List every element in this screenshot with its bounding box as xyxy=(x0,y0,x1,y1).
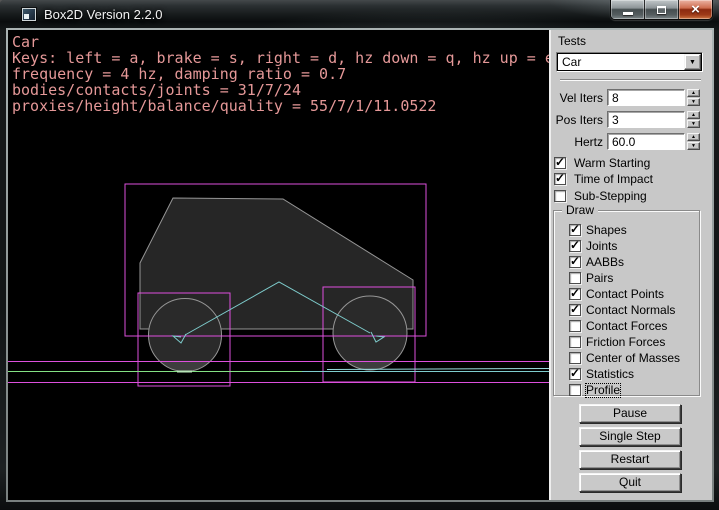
vel-iters-row: Vel Iters ▲ ▼ xyxy=(551,89,712,106)
pos-iters-label: Pos Iters xyxy=(551,113,603,127)
tests-dropdown-value: Car xyxy=(558,55,684,69)
minimize-button[interactable] xyxy=(611,0,645,19)
check-icon: ✓ xyxy=(570,238,580,252)
checkbox-box: ✓ xyxy=(554,173,566,185)
stats-line: proxies/height/balance/quality = 55/7/1/… xyxy=(12,97,436,115)
tests-dropdown[interactable]: Car ▼ xyxy=(556,52,703,72)
check-icon: ✓ xyxy=(570,222,580,236)
tests-dropdown-field: Car ▼ xyxy=(557,53,702,71)
checkbox-box: ✓ xyxy=(569,240,581,252)
titlebar[interactable]: Box2D Version 2.2.0 × xyxy=(0,0,719,30)
checkbox-label: Joints xyxy=(586,240,617,253)
spinner-up-button[interactable]: ▲ xyxy=(687,89,700,97)
checkbox-box: ✓ xyxy=(569,304,581,316)
checkbox-label: AABBs xyxy=(586,256,624,269)
spinner-up-button[interactable]: ▲ xyxy=(687,133,700,141)
check-icon: ✓ xyxy=(570,286,580,300)
checkbox-box: ✓ xyxy=(569,288,581,300)
single-step-button[interactable]: Single Step xyxy=(579,427,681,446)
checkbox-box: ✓ xyxy=(569,368,581,380)
check-icon: ✓ xyxy=(570,366,580,380)
hertz-label: Hertz xyxy=(551,135,603,149)
pause-button[interactable]: Pause xyxy=(579,404,681,423)
wheel-right-ground-overlap xyxy=(347,362,394,370)
caption-button-group: × xyxy=(610,0,713,20)
checkbox-label: Statistics xyxy=(586,368,634,381)
checkbox-box: ✓ xyxy=(569,256,581,268)
simulation-canvas[interactable]: Car Keys: left = a, brake = s, right = d… xyxy=(8,30,549,500)
vel-iters-spinner: ▲ ▼ xyxy=(687,89,700,106)
hertz-spinner: ▲ ▼ xyxy=(687,133,700,150)
spinner-down-button[interactable]: ▼ xyxy=(687,142,700,150)
close-button[interactable]: × xyxy=(679,0,712,19)
control-panel: Tests Car ▼ Vel Iters ▲ ▼ Pos Iters ▲ ▼ xyxy=(549,30,712,500)
minimize-icon xyxy=(623,12,633,15)
tests-label: Tests xyxy=(558,34,586,48)
spinner-up-icon: ▲ xyxy=(691,134,696,140)
wheel-left-ground-overlap xyxy=(160,362,210,372)
hertz-row: Hertz ▲ ▼ xyxy=(551,133,712,150)
checkbox-box: ✓ xyxy=(569,336,581,348)
checkbox-label: Contact Points xyxy=(586,288,664,301)
vel-iters-label: Vel Iters xyxy=(551,91,603,105)
maximize-button[interactable] xyxy=(645,0,679,19)
app-icon xyxy=(22,8,36,21)
restart-button[interactable]: Restart xyxy=(579,450,681,469)
checkbox-label: Time of Impact xyxy=(574,173,653,186)
checkbox-label: Sub-Stepping xyxy=(574,190,647,203)
close-icon: × xyxy=(691,1,700,19)
checkbox-box: ✓ xyxy=(569,224,581,236)
pos-iters-row: Pos Iters ▲ ▼ xyxy=(551,111,712,128)
checkbox-box: ✓ xyxy=(554,190,566,202)
vel-iters-input[interactable] xyxy=(607,89,685,106)
checkbox-box: ✓ xyxy=(569,352,581,364)
checkbox-label: Contact Forces xyxy=(586,320,667,333)
draw-group-legend: Draw xyxy=(562,203,598,217)
spinner-down-icon: ▼ xyxy=(691,143,696,149)
window-title: Box2D Version 2.2.0 xyxy=(44,0,163,30)
checkbox-box: ✓ xyxy=(554,157,566,169)
checkbox-label: Profile xyxy=(586,384,620,397)
quit-button[interactable]: Quit xyxy=(579,473,681,492)
checkbox-box: ✓ xyxy=(569,272,581,284)
checkbox-label: Shapes xyxy=(586,224,627,237)
spinner-down-button[interactable]: ▼ xyxy=(687,120,700,128)
check-icon: ✓ xyxy=(570,302,580,316)
draw-groupbox: Draw ✓ Shapes ✓ Joints ✓ AABBs ✓ Pairs ✓… xyxy=(553,210,700,396)
hertz-input[interactable] xyxy=(607,133,685,150)
check-icon: ✓ xyxy=(570,254,580,268)
checkbox-label: Warm Starting xyxy=(574,157,650,170)
maximize-icon xyxy=(657,6,666,14)
checkbox-label: Friction Forces xyxy=(586,336,665,349)
contact-point-left xyxy=(177,371,192,373)
canvas-area: Car Keys: left = a, brake = s, right = d… xyxy=(8,30,549,500)
checkbox-label: Center of Masses xyxy=(586,352,680,365)
pos-iters-spinner: ▲ ▼ xyxy=(687,111,700,128)
stats-text-block: Car Keys: left = a, brake = s, right = d… xyxy=(12,33,549,115)
checkbox-box: ✓ xyxy=(569,384,581,396)
checkbox-label: Contact Normals xyxy=(586,304,675,317)
dropdown-arrow-button[interactable]: ▼ xyxy=(684,54,701,70)
spinner-up-button[interactable]: ▲ xyxy=(687,111,700,119)
spinner-down-icon: ▼ xyxy=(691,99,696,105)
separator xyxy=(560,79,701,81)
chevron-down-icon: ▼ xyxy=(689,59,696,66)
check-icon: ✓ xyxy=(555,171,565,185)
checkbox-label: Pairs xyxy=(586,272,613,285)
app-window: Box2D Version 2.2.0 × Car Keys: left = a… xyxy=(0,0,719,510)
check-icon: ✓ xyxy=(555,155,565,169)
checkbox-box: ✓ xyxy=(569,320,581,332)
spinner-up-icon: ▲ xyxy=(691,90,696,96)
spinner-up-icon: ▲ xyxy=(691,112,696,118)
spinner-down-icon: ▼ xyxy=(691,121,696,127)
pos-iters-input[interactable] xyxy=(607,111,685,128)
spinner-down-button[interactable]: ▼ xyxy=(687,98,700,106)
